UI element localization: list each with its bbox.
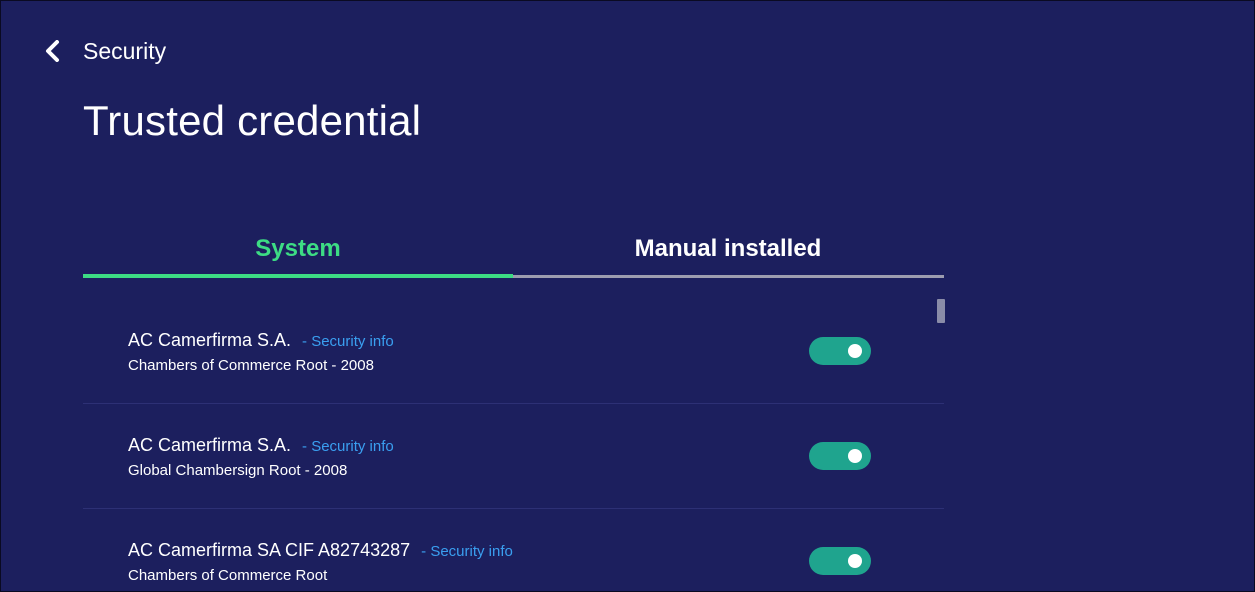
list-item: AC Camerfirma SA CIF A82743287 - Securit… — [83, 509, 944, 591]
toggle-knob — [848, 449, 862, 463]
scrollbar-thumb[interactable] — [937, 299, 945, 323]
certificate-issuer: AC Camerfirma SA CIF A82743287 — [128, 540, 411, 560]
certificate-title: AC Camerfirma SA CIF A82743287 - Securit… — [128, 540, 513, 561]
security-info-link[interactable]: - Security info — [421, 543, 513, 560]
tab-indicator — [83, 274, 513, 278]
trusted-credential-screen: Security Trusted credential System Manua… — [0, 0, 1255, 592]
certificate-name: Global Chambersign Root - 2008 — [128, 462, 348, 479]
page-title: Trusted credential — [83, 97, 422, 144]
list-item: AC Camerfirma S.A. - Security info Globa… — [83, 404, 944, 509]
certificate-issuer: AC Camerfirma S.A. — [128, 330, 292, 350]
chevron-left-icon — [41, 39, 63, 63]
back-button[interactable]: Security — [41, 33, 166, 69]
toggle-knob — [848, 344, 862, 358]
security-info-link[interactable]: - Security info — [302, 438, 394, 455]
certificate-name: Chambers of Commerce Root - 2008 — [128, 357, 374, 374]
certificate-name: Chambers of Commerce Root — [128, 567, 328, 584]
back-label: Security — [83, 37, 167, 64]
certificate-issuer: AC Camerfirma S.A. — [128, 435, 292, 455]
certificate-toggle[interactable] — [809, 547, 871, 575]
list-item: AC Camerfirma S.A. - Security info Chamb… — [83, 299, 944, 404]
tab-manual-installed[interactable]: Manual installed — [513, 223, 943, 275]
certificate-toggle[interactable] — [809, 337, 871, 365]
toggle-knob — [848, 554, 862, 568]
certificate-title: AC Camerfirma S.A. - Security info — [128, 435, 394, 456]
certificate-list: AC Camerfirma S.A. - Security info Chamb… — [83, 299, 944, 591]
tab-bar: System Manual installed — [83, 223, 944, 279]
security-info-link[interactable]: - Security info — [302, 333, 394, 350]
certificate-toggle[interactable] — [809, 442, 871, 470]
tab-system[interactable]: System — [83, 223, 513, 275]
certificate-title: AC Camerfirma S.A. - Security info — [128, 330, 394, 351]
